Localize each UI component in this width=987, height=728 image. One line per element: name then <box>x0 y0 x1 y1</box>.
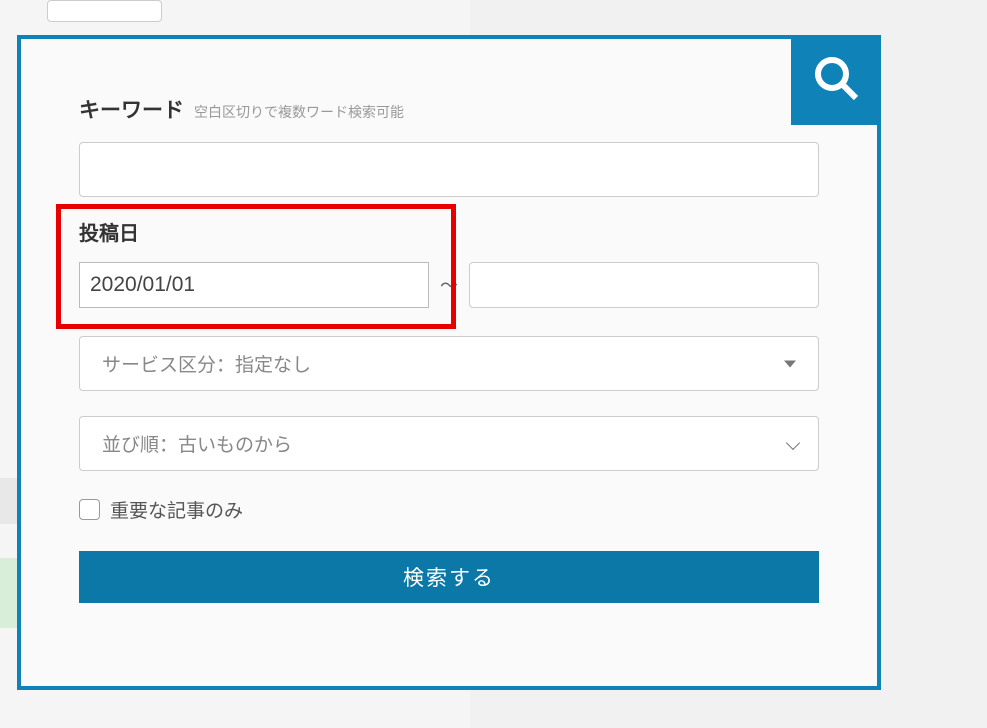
post-date-to-input[interactable] <box>469 262 819 308</box>
date-range-separator: ～ <box>429 272 469 298</box>
service-category-select[interactable]: サービス区分：指定なし <box>79 336 819 391</box>
keyword-field-group: キーワード 空白区切りで複数ワード検索可能 <box>79 94 819 197</box>
background-strip-gray <box>0 478 17 524</box>
post-date-section: 投稿日 ～ <box>79 217 819 308</box>
sort-order-select[interactable]: 並び順：古いものから <box>79 416 819 471</box>
background-small-input <box>47 0 162 22</box>
post-date-from-input[interactable] <box>79 262 429 308</box>
search-panel: キーワード 空白区切りで複数ワード検索可能 投稿日 ～ サービス区分：指定なし … <box>17 35 881 690</box>
important-only-label: 重要な記事のみ <box>110 496 243 523</box>
chevron-down-icon <box>786 435 800 449</box>
search-icon <box>812 54 860 107</box>
important-only-checkbox[interactable] <box>79 499 100 520</box>
chevron-down-icon <box>784 360 796 367</box>
keyword-input[interactable] <box>79 142 819 197</box>
search-submit-label: 検索する <box>403 562 495 592</box>
important-only-row: 重要な記事のみ <box>79 496 819 523</box>
keyword-hint: 空白区切りで複数ワード検索可能 <box>194 102 404 122</box>
search-submit-button[interactable]: 検索する <box>79 551 819 603</box>
background-strip-green <box>0 558 17 628</box>
post-date-label: 投稿日 <box>79 217 819 246</box>
keyword-label: キーワード <box>79 94 184 124</box>
service-category-text: サービス区分：指定なし <box>102 350 311 377</box>
search-tab-button[interactable] <box>791 35 881 125</box>
sort-order-text: 並び順：古いものから <box>102 430 292 457</box>
